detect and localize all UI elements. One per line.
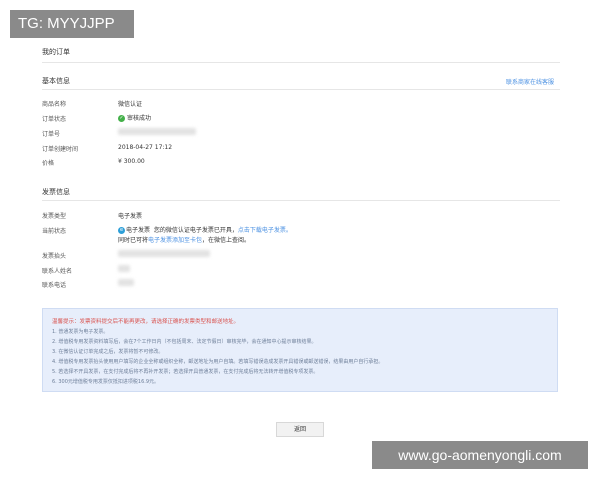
label-order-number: 订单号 <box>42 131 61 138</box>
invoice-card-prefix: 同时已可将 <box>118 237 149 244</box>
invoice-status-line1: e 电子发票 您的微信认证电子发票已开具，点击下载电子发票。 <box>118 225 292 234</box>
value-created-time: 2018-04-27 17:12 <box>118 144 173 151</box>
label-invoice-header: 发票抬头 <box>42 253 67 260</box>
label-contact-phone: 联系电话 <box>42 282 67 289</box>
divider <box>42 200 560 201</box>
contact-name-redacted <box>118 265 130 272</box>
notice-item: 3. 在微信认证订单完成之后，发票将暂不可修改。 <box>52 349 164 355</box>
invoice-status-line2: 同时已可将电子发票添加至卡包，在微信上查阅。 <box>118 235 250 244</box>
check-circle-icon: ✓ <box>118 115 125 122</box>
value-order-status: ✓ 审核成功 <box>118 113 151 122</box>
order-status-text: 审核成功 <box>127 115 152 122</box>
label-invoice-type: 发票类型 <box>42 213 67 220</box>
value-price: ¥ 300.00 <box>118 158 145 165</box>
label-contact-name: 联系人姓名 <box>42 268 73 275</box>
notice-item: 6. 300元增值税专用发票仅抵扣进项税16.9元。 <box>52 379 160 385</box>
page-title: 我的订单 <box>42 48 70 56</box>
label-created-time: 订单创建时间 <box>42 146 79 153</box>
contact-phone-redacted <box>118 279 134 286</box>
e-invoice-icon: e <box>118 227 125 234</box>
watermark-bottom: www.go-aomenyongli.com <box>372 441 588 469</box>
divider <box>42 89 560 90</box>
label-product-name: 商品名称 <box>42 101 67 108</box>
label-order-status: 订单状态 <box>42 116 67 123</box>
order-number-redacted <box>118 128 196 135</box>
online-service-link[interactable]: 联系商家在线客服 <box>506 77 554 86</box>
watermark-top: TG: MYYJJPP <box>10 10 134 38</box>
invoice-card-suffix: ，在微信上查阅。 <box>202 237 251 244</box>
invoice-status-text: 您的微信认证电子发票已开具， <box>153 227 238 234</box>
label-price: 价格 <box>42 160 55 167</box>
section-title-basic: 基本信息 <box>42 77 70 85</box>
add-to-card-link[interactable]: 电子发票添加至卡包 <box>148 237 202 244</box>
label-current-status: 当前状态 <box>42 228 67 235</box>
notice-heading: 温馨提示：发票资料提交后不能再更改，请选择正确的发票类型和邮送地址。 <box>52 319 240 325</box>
notice-box: 温馨提示：发票资料提交后不能再更改，请选择正确的发票类型和邮送地址。 1. 普通… <box>42 308 558 392</box>
notice-item: 1. 普通发票为电子发票。 <box>52 329 109 335</box>
section-title-invoice: 发票信息 <box>42 188 70 196</box>
notice-item: 5. 若选择不开具发票，在支付完成后将不再补开发票；若选择开具普通发票，在支付完… <box>52 369 319 375</box>
value-invoice-type: 电子发票 <box>118 213 143 220</box>
invoice-header-redacted <box>118 250 210 257</box>
notice-item: 2. 增值税专用发票资料填写后，会在7个工作日内（不包括周末、法定节假日）审核完… <box>52 339 317 345</box>
invoice-status-prefix: 电子发票 <box>126 227 151 234</box>
notice-item: 4. 增值税专用发票抬头使用用户填写的企业全称或组织全称，邮送地址为用户自填。若… <box>52 359 384 365</box>
download-invoice-link[interactable]: 点击下载电子发票。 <box>238 227 292 234</box>
value-product-name: 微信认证 <box>118 101 143 108</box>
divider <box>42 62 560 63</box>
back-button[interactable]: 返回 <box>276 422 324 437</box>
